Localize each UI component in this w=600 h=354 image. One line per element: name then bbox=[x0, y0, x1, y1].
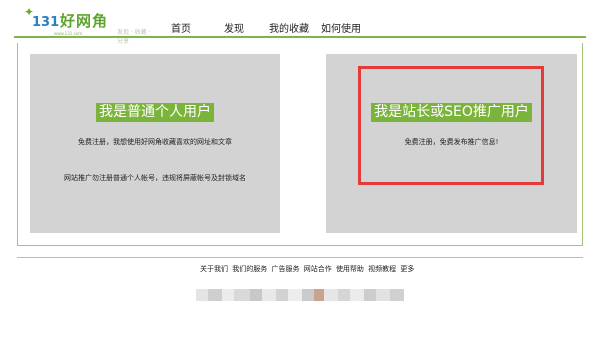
nav-discover[interactable]: 发现 bbox=[224, 20, 244, 35]
footer-link-video-tutorial[interactable]: 视频教程 bbox=[368, 265, 396, 273]
pixelated-copyright bbox=[196, 289, 412, 301]
personal-user-note: 网站推广勿注册普通个人帐号，违规将屏蔽帐号及封锁域名 bbox=[64, 174, 246, 182]
nav-home[interactable]: 首页 bbox=[171, 20, 191, 35]
personal-user-title: 我是普通个人用户 bbox=[30, 101, 280, 122]
footer-links: 关于我们 我们的服务 广告服务 网站合作 使用帮助 视频教程 更多 bbox=[200, 264, 416, 274]
main-nav: 首页 发现 我的收藏 如何使用 bbox=[0, 20, 600, 35]
highlight-annotation bbox=[358, 66, 544, 185]
nav-how-to-use[interactable]: 如何使用 bbox=[321, 20, 361, 35]
nav-my-favorites[interactable]: 我的收藏 bbox=[269, 20, 309, 35]
personal-user-card[interactable]: 我是普通个人用户 免费注册，我想使用好网角收藏喜欢的网址和文章 网站推广勿注册普… bbox=[30, 54, 280, 233]
footer-link-more[interactable]: 更多 bbox=[400, 265, 414, 273]
footer-link-help[interactable]: 使用帮助 bbox=[336, 265, 364, 273]
header-divider bbox=[14, 36, 586, 38]
footer-link-about[interactable]: 关于我们 bbox=[200, 265, 228, 273]
personal-user-description: 免费注册，我想使用好网角收藏喜欢的网址和文章 bbox=[78, 138, 232, 146]
footer-link-partners[interactable]: 网站合作 bbox=[304, 265, 332, 273]
personal-user-title-label[interactable]: 我是普通个人用户 bbox=[96, 103, 214, 122]
footer-link-services[interactable]: 我们的服务 bbox=[232, 265, 267, 273]
footer-divider bbox=[17, 257, 583, 258]
footer-link-ads[interactable]: 广告服务 bbox=[271, 265, 299, 273]
